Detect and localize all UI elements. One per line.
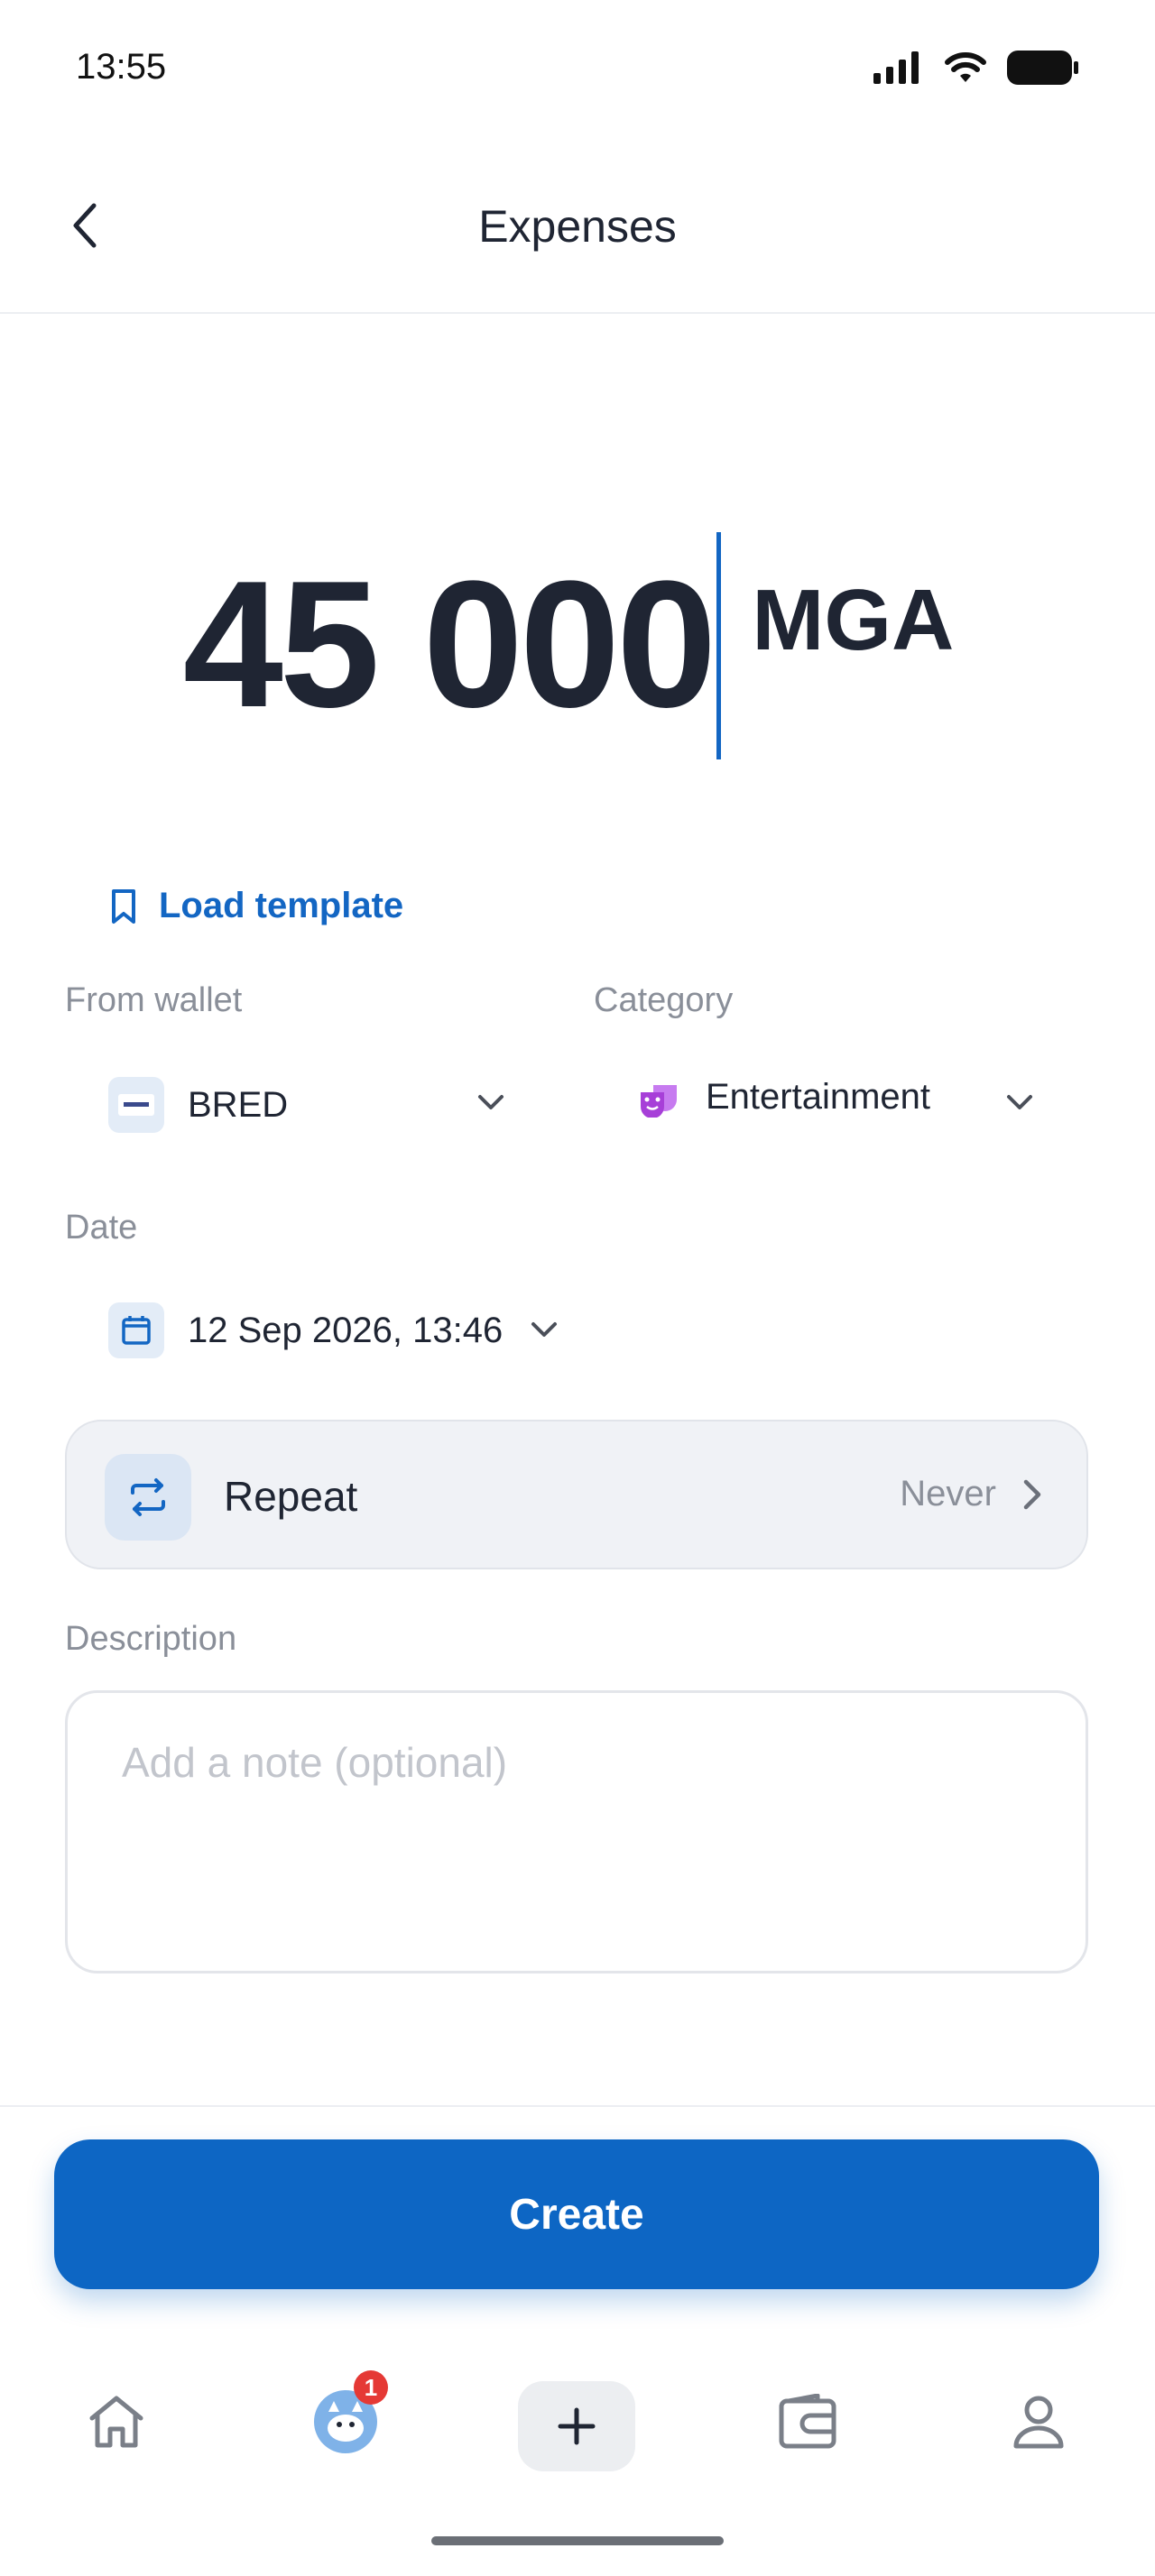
category-label: Category xyxy=(594,981,734,1019)
category-name: Entertainment xyxy=(706,1077,931,1117)
header: Expenses xyxy=(0,153,1155,314)
cellular-signal-icon xyxy=(873,51,919,84)
status-bar: 13:55 xyxy=(0,0,1155,135)
date-label: Date xyxy=(65,1209,138,1247)
tab-profile[interactable] xyxy=(980,2363,1097,2480)
description-label: Description xyxy=(65,1620,237,1658)
home-indicator xyxy=(431,2536,724,2545)
load-template-button[interactable]: Load template xyxy=(110,886,403,926)
calendar-icon xyxy=(108,1302,164,1358)
battery-icon xyxy=(1007,51,1078,85)
repeat-value: Never xyxy=(900,1474,996,1513)
repeat-row[interactable]: Repeat Never xyxy=(65,1420,1088,1569)
description-input[interactable] xyxy=(122,1738,1024,1787)
load-template-label: Load template xyxy=(159,886,404,925)
theater-masks-icon xyxy=(641,1084,677,1118)
currency-code: MGA xyxy=(752,572,955,668)
profile-icon xyxy=(1013,2396,1064,2449)
page-title: Expenses xyxy=(478,201,677,252)
status-time: 13:55 xyxy=(76,47,167,87)
tab-bar: 1 xyxy=(0,2363,1155,2498)
repeat-label: Repeat xyxy=(224,1473,358,1520)
home-icon xyxy=(89,2396,143,2448)
chevron-down-icon xyxy=(531,1322,558,1337)
amount-input[interactable]: 45 000 MGA xyxy=(0,523,1155,767)
wallet-icon xyxy=(779,2394,836,2449)
category-selector[interactable]: Entertainment xyxy=(637,1077,1034,1118)
tab-home[interactable] xyxy=(58,2363,175,2480)
wifi-icon xyxy=(945,52,986,82)
chevron-down-icon xyxy=(1007,1095,1032,1109)
wallet-selector[interactable]: BRED xyxy=(108,1077,505,1133)
bookmark-icon xyxy=(112,888,135,924)
status-icons xyxy=(873,51,1079,85)
plus-icon xyxy=(558,2407,596,2445)
amount-value: 45 000 xyxy=(182,544,717,745)
notification-badge: 1 xyxy=(354,2370,388,2405)
tab-add[interactable] xyxy=(518,2381,635,2471)
chevron-right-icon xyxy=(1023,1479,1041,1510)
from-wallet-label: From wallet xyxy=(65,981,243,1019)
tab-wallet[interactable] xyxy=(749,2363,866,2480)
chevron-down-icon xyxy=(478,1095,504,1109)
date-selector[interactable]: 12 Sep 2026, 13:46 xyxy=(108,1302,559,1358)
repeat-icon xyxy=(105,1454,191,1541)
description-field[interactable] xyxy=(65,1690,1088,1973)
date-value: 12 Sep 2026, 13:46 xyxy=(188,1310,504,1350)
bank-logo xyxy=(108,1077,164,1133)
footer-divider xyxy=(0,2105,1155,2107)
tab-avatar[interactable]: 1 xyxy=(287,2363,404,2480)
text-caret xyxy=(716,532,722,759)
create-button[interactable]: Create xyxy=(54,2139,1099,2289)
wallet-name: BRED xyxy=(188,1084,289,1125)
